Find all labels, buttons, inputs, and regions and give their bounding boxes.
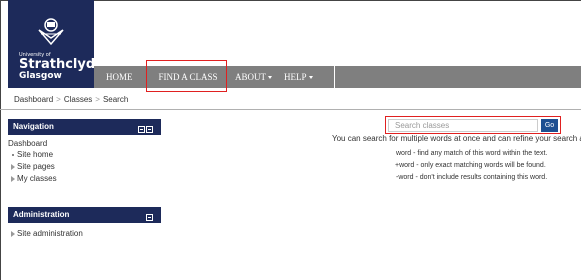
header-divider (0, 109, 581, 110)
search-tip: +word - only exact matching words will b… (395, 162, 546, 169)
breadcrumb-classes[interactable]: Classes (64, 95, 92, 104)
admin-site-administration[interactable]: Site administration (8, 228, 161, 240)
administration-block-header: Administration (8, 207, 161, 223)
bullet-icon (12, 154, 14, 156)
search-form-highlight: Go (385, 116, 561, 134)
nav-site-pages[interactable]: Site pages (8, 161, 161, 173)
expand-icon (11, 176, 15, 182)
nav-about[interactable]: ABOUT (235, 66, 272, 88)
crest-icon (38, 18, 64, 46)
nav-dashboard-link[interactable]: Dashboard (8, 138, 161, 149)
nav-help[interactable]: HELP (284, 66, 313, 88)
expand-icon (11, 231, 15, 237)
breadcrumb-separator: > (56, 95, 61, 104)
collapse-icon[interactable] (146, 214, 153, 221)
search-input[interactable] (388, 119, 538, 132)
nav-help-label: HELP (284, 72, 307, 82)
caret-down-icon (308, 76, 313, 80)
nav-site-home-label: Site home (17, 150, 54, 159)
navigation-block-header: Navigation (8, 119, 161, 135)
nav-site-pages-label: Site pages (17, 162, 55, 171)
block-controls (137, 123, 153, 133)
breadcrumb: Dashboard > Classes > Search (14, 95, 128, 104)
search-tip: -word - don't include results containing… (396, 174, 548, 181)
nav-my-classes[interactable]: My classes (8, 173, 161, 185)
navigation-block-body: Dashboard Site home Site pages My classe… (8, 138, 161, 185)
logo-name: Strathclyde (19, 57, 104, 72)
breadcrumb-dashboard[interactable]: Dashboard (14, 95, 53, 104)
administration-block-title: Administration (13, 210, 70, 219)
administration-block-body: Site administration (8, 228, 161, 240)
nav-home[interactable]: HOME (106, 66, 133, 88)
search-help-text: You can search for multiple words at onc… (332, 134, 581, 143)
nav-about-label: ABOUT (235, 72, 266, 82)
breadcrumb-search: Search (102, 95, 129, 104)
block-controls (145, 211, 153, 221)
find-a-class-highlight (146, 60, 227, 92)
dock-icon[interactable] (138, 126, 145, 133)
nav-my-classes-label: My classes (17, 174, 57, 183)
nav-site-home[interactable]: Site home (8, 149, 161, 161)
expand-icon (11, 164, 15, 170)
admin-site-administration-label: Site administration (17, 229, 83, 238)
logo-city: Glasgow (19, 71, 62, 81)
collapse-icon[interactable] (146, 126, 153, 133)
search-tip: word - find any match of this word withi… (396, 150, 548, 157)
caret-down-icon (268, 76, 272, 80)
university-logo[interactable]: University of Strathclyde Glasgow (8, 0, 104, 88)
breadcrumb-separator: > (95, 95, 100, 104)
go-button[interactable]: Go (541, 119, 558, 132)
navigation-block-title: Navigation (13, 122, 54, 131)
nav-divider (334, 66, 335, 88)
